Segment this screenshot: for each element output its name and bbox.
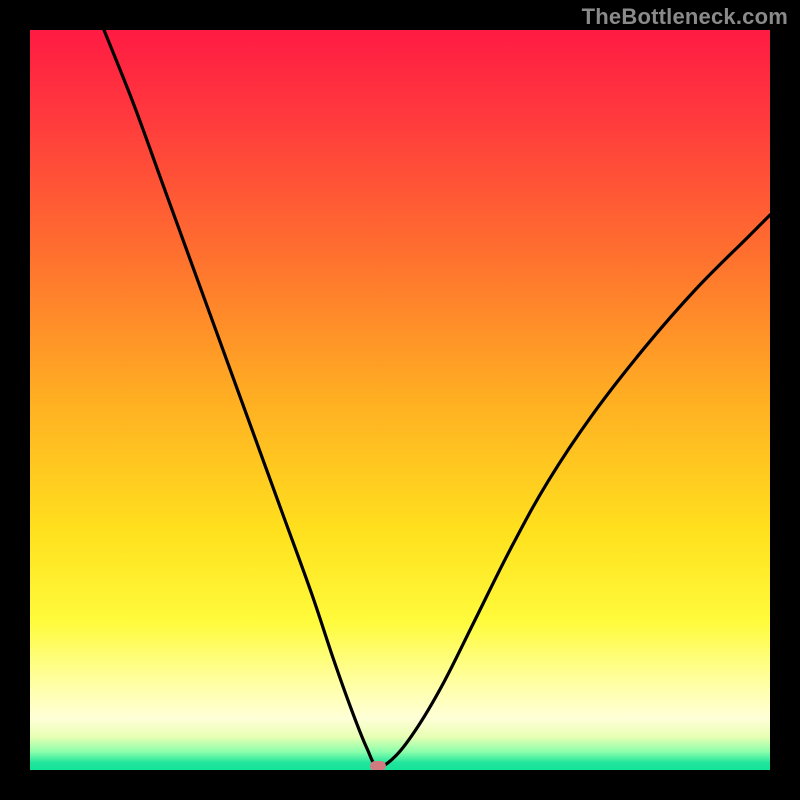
watermark-text: TheBottleneck.com — [582, 4, 788, 30]
plot-area — [30, 30, 770, 770]
optimal-point-marker — [370, 761, 386, 770]
chart-frame: TheBottleneck.com — [0, 0, 800, 800]
bottleneck-curve — [30, 30, 770, 770]
